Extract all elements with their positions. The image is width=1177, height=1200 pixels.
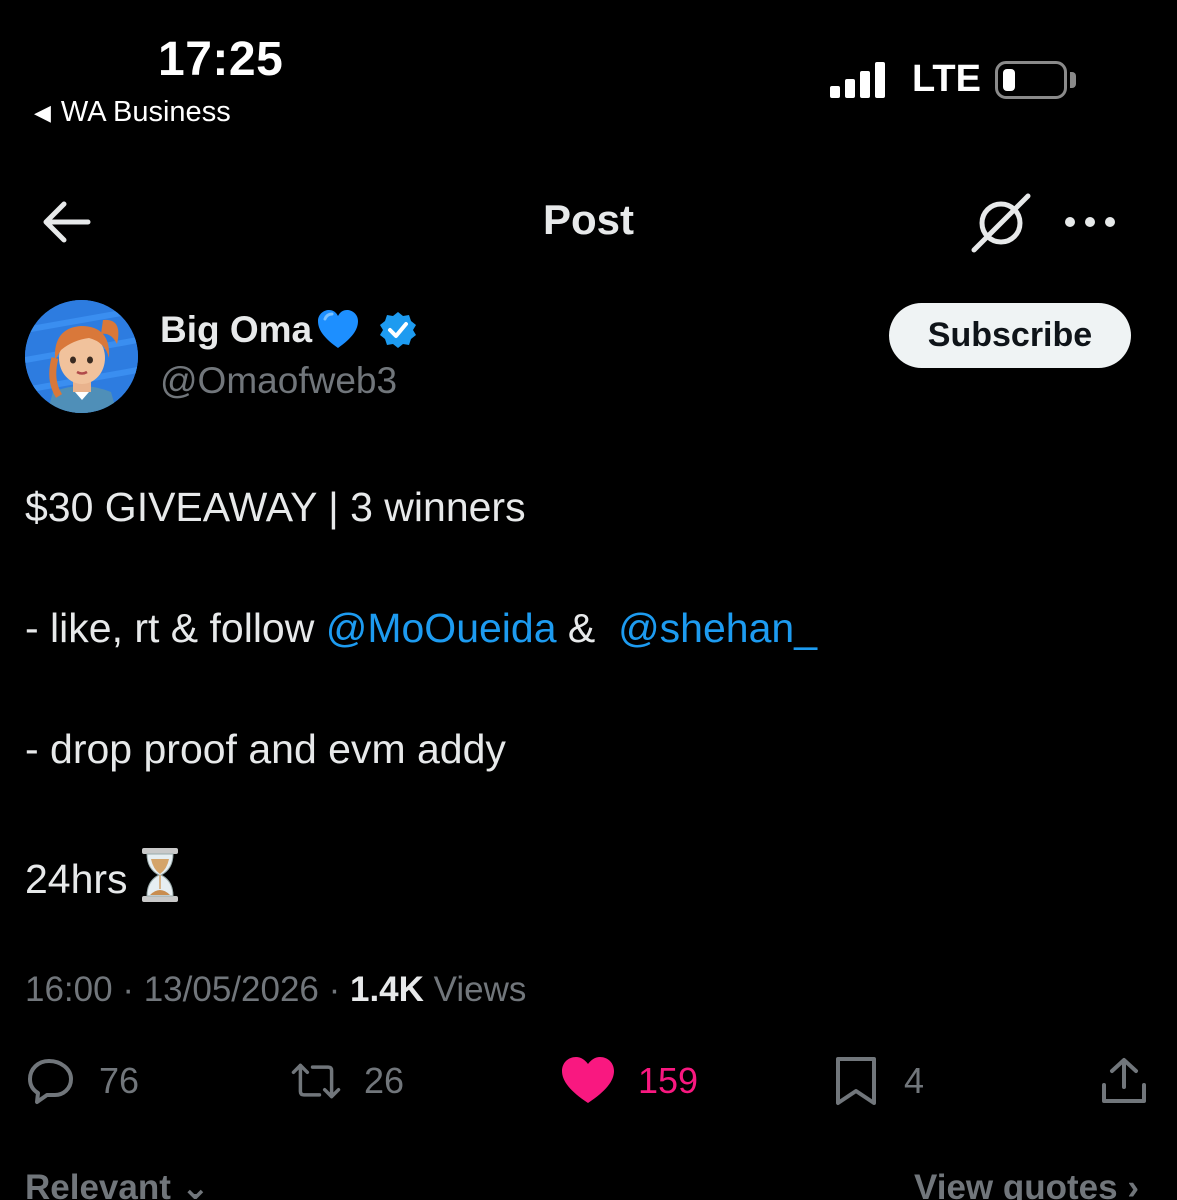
- sort-label: Relevant: [25, 1168, 171, 1200]
- sort-dropdown[interactable]: Relevant ⌄: [25, 1168, 210, 1200]
- more-icon[interactable]: [1062, 212, 1118, 232]
- tweet-time[interactable]: 16:00: [25, 970, 113, 1009]
- repost-button[interactable]: 26: [290, 1055, 404, 1107]
- tweet-line-2-mid: &: [556, 605, 619, 651]
- chevron-down-icon: ⌄: [180, 1168, 210, 1200]
- hourglass-emoji-icon: [141, 848, 178, 902]
- battery-icon: [995, 61, 1067, 99]
- blue-heart-emoji-icon: [318, 310, 359, 348]
- views-label: Views: [433, 970, 527, 1009]
- reply-count: 76: [99, 1060, 140, 1101]
- bookmark-button[interactable]: 4: [830, 1055, 924, 1107]
- reply-icon: [28, 1059, 73, 1104]
- reply-button[interactable]: 76: [25, 1055, 139, 1107]
- author-name-row[interactable]: Big Oma: [160, 308, 418, 352]
- repost-icon: [291, 1063, 341, 1099]
- signal-icon: [830, 60, 885, 98]
- bookmark-count: 4: [904, 1060, 925, 1101]
- tweet-line-4: 24hrs: [25, 847, 180, 903]
- view-quotes-label: View quotes: [914, 1168, 1118, 1200]
- back-triangle-icon: ◀: [34, 99, 51, 125]
- grok-icon[interactable]: [970, 192, 1032, 254]
- like-button[interactable]: 159: [560, 1055, 698, 1107]
- share-button[interactable]: [1098, 1055, 1150, 1107]
- subscribe-button[interactable]: Subscribe: [889, 303, 1131, 368]
- tweet-date[interactable]: 13/05/2026: [144, 970, 319, 1009]
- bookmark-icon: [836, 1057, 876, 1105]
- tweet-line-3: - drop proof and evm addy: [25, 726, 506, 772]
- view-quotes-link[interactable]: View quotes ›: [914, 1168, 1139, 1200]
- heart-filled-icon: [562, 1057, 614, 1103]
- author-handle[interactable]: @Omaofweb3: [160, 360, 397, 402]
- network-label: LTE: [912, 58, 981, 100]
- share-icon: [1102, 1058, 1146, 1103]
- verified-badge-icon: [380, 312, 417, 348]
- tweet-line-1: $30 GIVEAWAY | 3 winners: [25, 484, 526, 530]
- tweet-line-2-prefix: - like, rt & follow: [25, 605, 326, 651]
- chevron-right-icon: ›: [1127, 1168, 1139, 1200]
- author-name[interactable]: Big Oma: [160, 309, 312, 351]
- tweet-meta: 16:00 · 13/05/2026 · 1.4K Views: [25, 970, 527, 1009]
- back-app-label: WA Business: [60, 96, 231, 128]
- mention-link-1[interactable]: @MoOueida: [326, 605, 557, 651]
- avatar[interactable]: [25, 300, 138, 413]
- back-to-app-link[interactable]: ◀ WA Business: [34, 96, 231, 129]
- battery-tip: [1070, 72, 1076, 88]
- mention-link-2[interactable]: @shehan_: [618, 605, 817, 651]
- status-time: 17:25: [158, 33, 284, 86]
- tweet-line-2: - like, rt & follow @MoOueida & @shehan_: [25, 605, 817, 652]
- tweet-line-4-text: 24hrs: [25, 856, 128, 902]
- views-count: 1.4K: [349, 970, 424, 1009]
- like-count: 159: [638, 1060, 699, 1101]
- repost-count: 26: [364, 1060, 405, 1101]
